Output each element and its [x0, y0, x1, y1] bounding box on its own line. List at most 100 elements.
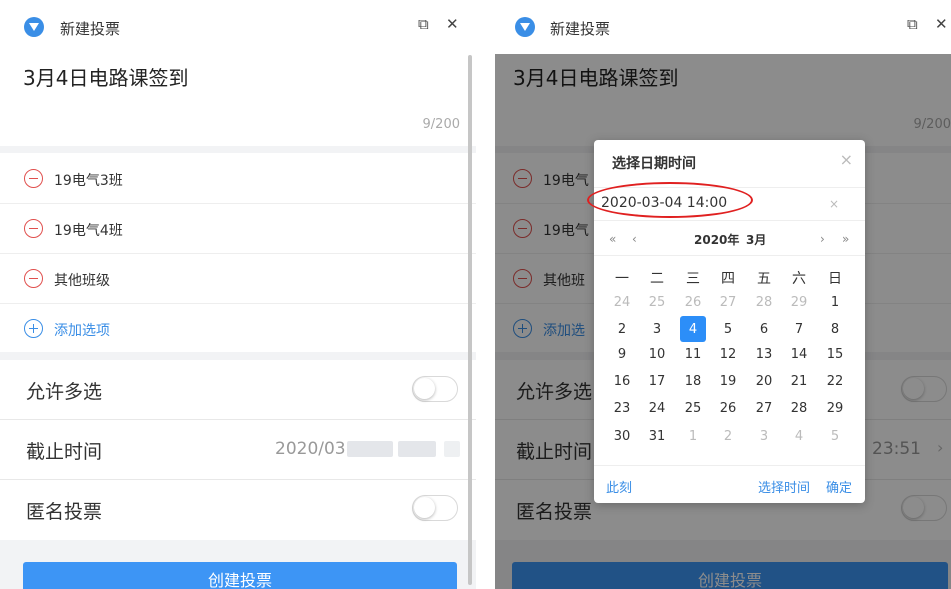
popout-icon[interactable]: ⧉: [907, 14, 918, 34]
calendar-day[interactable]: 21: [781, 370, 817, 394]
calendar-day[interactable]: 22: [817, 370, 853, 394]
calendar-day[interactable]: 3: [639, 318, 675, 342]
remove-option-icon[interactable]: [24, 169, 43, 188]
calendar-day[interactable]: 24: [639, 397, 675, 421]
popout-icon[interactable]: ⧉: [418, 14, 429, 34]
calendar-day[interactable]: 28: [746, 291, 782, 315]
add-option-label[interactable]: 添加选项: [54, 320, 110, 340]
calendar-day[interactable]: 6: [746, 318, 782, 342]
calendar-day[interactable]: 28: [781, 397, 817, 421]
option-label[interactable]: 19电气: [543, 170, 589, 190]
add-option-label[interactable]: 添加选: [543, 320, 585, 340]
calendar-day[interactable]: 18: [675, 370, 711, 394]
deadline-value[interactable]: 23:51: [872, 439, 921, 459]
option-label[interactable]: 其他班级: [54, 270, 110, 290]
calendar-day[interactable]: 20: [746, 370, 782, 394]
close-icon[interactable]: ×: [840, 150, 853, 169]
calendar-day[interactable]: 26: [710, 397, 746, 421]
option-label[interactable]: 19电气4班: [54, 220, 123, 240]
datetime-input-row: 2020-03-04 14:00 ×: [594, 187, 865, 221]
confirm-button[interactable]: 确定: [826, 477, 852, 496]
calendar-day[interactable]: 7: [781, 318, 817, 342]
create-vote-button[interactable]: 创建投票: [23, 562, 457, 589]
calendar-day[interactable]: 19: [710, 370, 746, 394]
option-label[interactable]: 19电气3班: [54, 170, 123, 190]
calendar-day[interactable]: 23: [604, 397, 640, 421]
calendar-day[interactable]: 1: [817, 291, 853, 315]
calendar-day-label: 30: [613, 429, 631, 444]
calendar-day-label: 3: [759, 429, 769, 444]
calendar-day[interactable]: 13: [746, 343, 782, 367]
section-divider: [0, 352, 476, 360]
calendar-day[interactable]: 29: [781, 291, 817, 315]
close-icon[interactable]: ✕: [446, 14, 459, 34]
calendar-day[interactable]: 27: [746, 397, 782, 421]
add-option-icon[interactable]: [24, 319, 43, 338]
calendar-day[interactable]: 9: [604, 343, 640, 367]
calendar-day[interactable]: 5: [817, 425, 853, 449]
calendar-day[interactable]: 2: [710, 425, 746, 449]
calendar-day[interactable]: 25: [639, 291, 675, 315]
option-label[interactable]: 其他班: [543, 270, 585, 290]
clear-icon[interactable]: ×: [829, 197, 839, 211]
calendar-day[interactable]: 5: [710, 318, 746, 342]
calendar-day[interactable]: 10: [639, 343, 675, 367]
month-label[interactable]: 3月: [746, 231, 766, 248]
calendar-day-label: 29: [790, 295, 808, 310]
option-label[interactable]: 19电气: [543, 220, 589, 240]
calendar-day-label: 27: [719, 295, 737, 310]
anonymous-toggle[interactable]: [901, 495, 947, 521]
next-month-button[interactable]: ›: [820, 232, 825, 246]
calendar-day[interactable]: 3: [746, 425, 782, 449]
calendar-day[interactable]: 29: [817, 397, 853, 421]
add-option-row[interactable]: 添加选项: [0, 304, 476, 354]
calendar-day[interactable]: 27: [710, 291, 746, 315]
setting-label: 截止时间: [516, 441, 593, 463]
remove-option-icon[interactable]: [24, 269, 43, 288]
calendar-day-label: 7: [794, 322, 804, 337]
calendar-day[interactable]: 11: [675, 343, 711, 367]
calendar-day[interactable]: 12: [710, 343, 746, 367]
vote-title-input[interactable]: 3月4日电路课签到: [513, 62, 678, 91]
weekday-label: 四: [721, 271, 735, 287]
scrollbar[interactable]: [468, 55, 472, 585]
calendar-day[interactable]: 25: [675, 397, 711, 421]
prev-year-button[interactable]: «: [609, 232, 616, 246]
anonymous-toggle[interactable]: [412, 495, 458, 521]
calendar-day[interactable]: 31: [639, 425, 675, 449]
char-count: 9/200: [913, 117, 951, 132]
remove-option-icon[interactable]: [513, 219, 532, 238]
picker-title: 选择日期时间: [612, 156, 696, 172]
app-logo-icon: [515, 17, 535, 37]
vote-title-input[interactable]: 3月4日电路课签到: [23, 62, 188, 91]
remove-option-icon[interactable]: [513, 269, 532, 288]
calendar-day[interactable]: 24: [604, 291, 640, 315]
calendar-day[interactable]: 4: [781, 425, 817, 449]
calendar-day[interactable]: 1: [675, 425, 711, 449]
next-year-button[interactable]: »: [842, 232, 849, 246]
setting-multi-select: 允许多选: [0, 360, 476, 420]
calendar-day[interactable]: 8: [817, 318, 853, 342]
setting-deadline[interactable]: 截止时间 2020/03: [0, 420, 476, 480]
calendar-day-selected[interactable]: 4: [675, 316, 711, 342]
remove-option-icon[interactable]: [513, 169, 532, 188]
calendar-day[interactable]: 26: [675, 291, 711, 315]
calendar-day[interactable]: 17: [639, 370, 675, 394]
calendar-day[interactable]: 2: [604, 318, 640, 342]
now-button[interactable]: 此刻: [606, 477, 632, 496]
year-label[interactable]: 2020年: [694, 231, 739, 248]
calendar-day[interactable]: 14: [781, 343, 817, 367]
calendar-day[interactable]: 15: [817, 343, 853, 367]
deadline-value[interactable]: 2020/03: [275, 439, 346, 459]
select-time-button[interactable]: 选择时间: [758, 477, 810, 496]
calendar-day[interactable]: 30: [604, 425, 640, 449]
multi-select-toggle[interactable]: [901, 376, 947, 402]
calendar-day[interactable]: 16: [604, 370, 640, 394]
remove-option-icon[interactable]: [24, 219, 43, 238]
add-option-icon[interactable]: [513, 319, 532, 338]
close-icon[interactable]: ✕: [935, 14, 948, 34]
datetime-input[interactable]: 2020-03-04 14:00: [601, 195, 727, 211]
multi-select-toggle[interactable]: [412, 376, 458, 402]
prev-month-button[interactable]: ‹: [632, 232, 637, 246]
create-vote-button[interactable]: 创建投票: [512, 562, 948, 589]
